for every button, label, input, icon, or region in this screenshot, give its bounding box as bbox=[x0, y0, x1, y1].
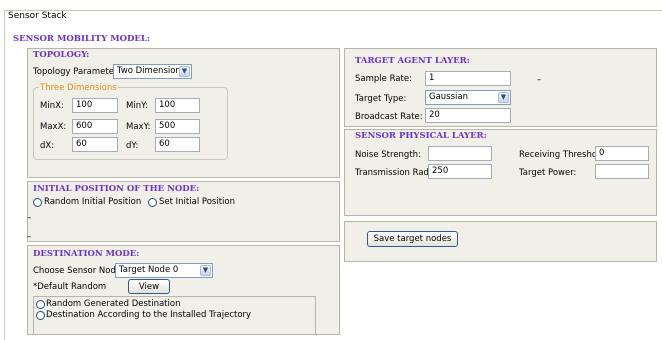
transmission-radius-field[interactable]: 250 bbox=[428, 164, 492, 179]
save-target-nodes-button[interactable]: Save target nodes bbox=[367, 231, 458, 247]
choose-node-select[interactable]: Target Node 0 ▼ bbox=[115, 263, 213, 278]
broadcast-rate-label: Broadcast Rate: bbox=[355, 112, 423, 122]
target-type-select[interactable]: Gaussian ▼ bbox=[425, 90, 511, 105]
minx-label: MinX: bbox=[40, 101, 64, 111]
chevron-down-icon[interactable]: ▼ bbox=[200, 265, 211, 276]
random-destination-radio[interactable] bbox=[36, 300, 45, 309]
target-type-label: Target Type: bbox=[355, 94, 407, 104]
chevron-down-icon[interactable]: ▼ bbox=[179, 66, 190, 77]
target-power-field[interactable] bbox=[595, 164, 649, 179]
dx-field[interactable]: 60 bbox=[72, 137, 118, 152]
noise-strength-field[interactable] bbox=[428, 146, 492, 161]
random-initial-radio[interactable] bbox=[33, 198, 42, 207]
random-initial-label: Random Initial Position bbox=[44, 197, 142, 207]
miny-field[interactable]: 100 bbox=[155, 98, 200, 113]
broadcast-rate-field[interactable]: 20 bbox=[425, 108, 511, 123]
target-agent-title: TARGET AGENT LAYER: bbox=[355, 56, 470, 66]
three-dimensions-title: Three Dimensions bbox=[39, 83, 118, 93]
sample-rate-field[interactable]: 1 bbox=[425, 71, 511, 86]
topology-params-value: Two Dimensions bbox=[117, 66, 186, 76]
maxy-label: MaxY: bbox=[126, 122, 151, 132]
trajectory-destination-radio[interactable] bbox=[36, 311, 45, 320]
target-power-label: Target Power: bbox=[519, 168, 577, 178]
default-random-label: *Default Random bbox=[33, 282, 107, 292]
topology-title: TOPOLOGY: bbox=[33, 50, 90, 60]
sensor-physical-title: SENSOR PHYSICAL LAYER: bbox=[355, 131, 487, 141]
maxx-field[interactable]: 600 bbox=[72, 119, 118, 134]
topology-params-select[interactable]: Two Dimensions ▼ bbox=[113, 64, 192, 79]
destination-title: DESTINATION MODE: bbox=[33, 249, 140, 259]
dy-label: dY: bbox=[126, 141, 139, 151]
noise-strength-label: Noise Strength: bbox=[355, 150, 421, 160]
window-title: Sensor Stack bbox=[8, 11, 67, 21]
choose-node-label: Choose Sensor Node: bbox=[33, 266, 124, 276]
view-button[interactable]: View bbox=[128, 279, 170, 294]
minx-field[interactable]: 100 bbox=[72, 98, 118, 113]
initial-marker-2: – bbox=[27, 232, 32, 242]
target-agent-marker: – bbox=[537, 75, 542, 85]
set-initial-label: Set Initial Position bbox=[159, 197, 235, 207]
maxx-label: MaxX: bbox=[40, 122, 67, 132]
initial-marker-1: – bbox=[27, 213, 32, 223]
choose-node-value: Target Node 0 bbox=[119, 265, 179, 275]
dy-field[interactable]: 60 bbox=[155, 137, 200, 152]
topology-params-label: Topology Parameters: bbox=[33, 67, 125, 77]
dx-label: dX: bbox=[40, 141, 55, 151]
trajectory-destination-label: Destination According to the Installed T… bbox=[46, 310, 252, 320]
random-destination-label: Random Generated Destination bbox=[46, 299, 181, 309]
initial-position-title: INITIAL POSITION OF THE NODE: bbox=[33, 184, 200, 194]
maxy-field[interactable]: 500 bbox=[155, 119, 200, 134]
miny-label: MinY: bbox=[126, 101, 149, 111]
sample-rate-label: Sample Rate: bbox=[355, 74, 412, 84]
receiving-threshold-field[interactable]: 0 bbox=[595, 146, 649, 161]
target-type-value: Gaussian bbox=[429, 92, 468, 102]
set-initial-radio[interactable] bbox=[148, 198, 157, 207]
mobility-title: SENSOR MOBILITY MODEL: bbox=[13, 34, 151, 44]
chevron-down-icon[interactable]: ▼ bbox=[498, 92, 509, 103]
